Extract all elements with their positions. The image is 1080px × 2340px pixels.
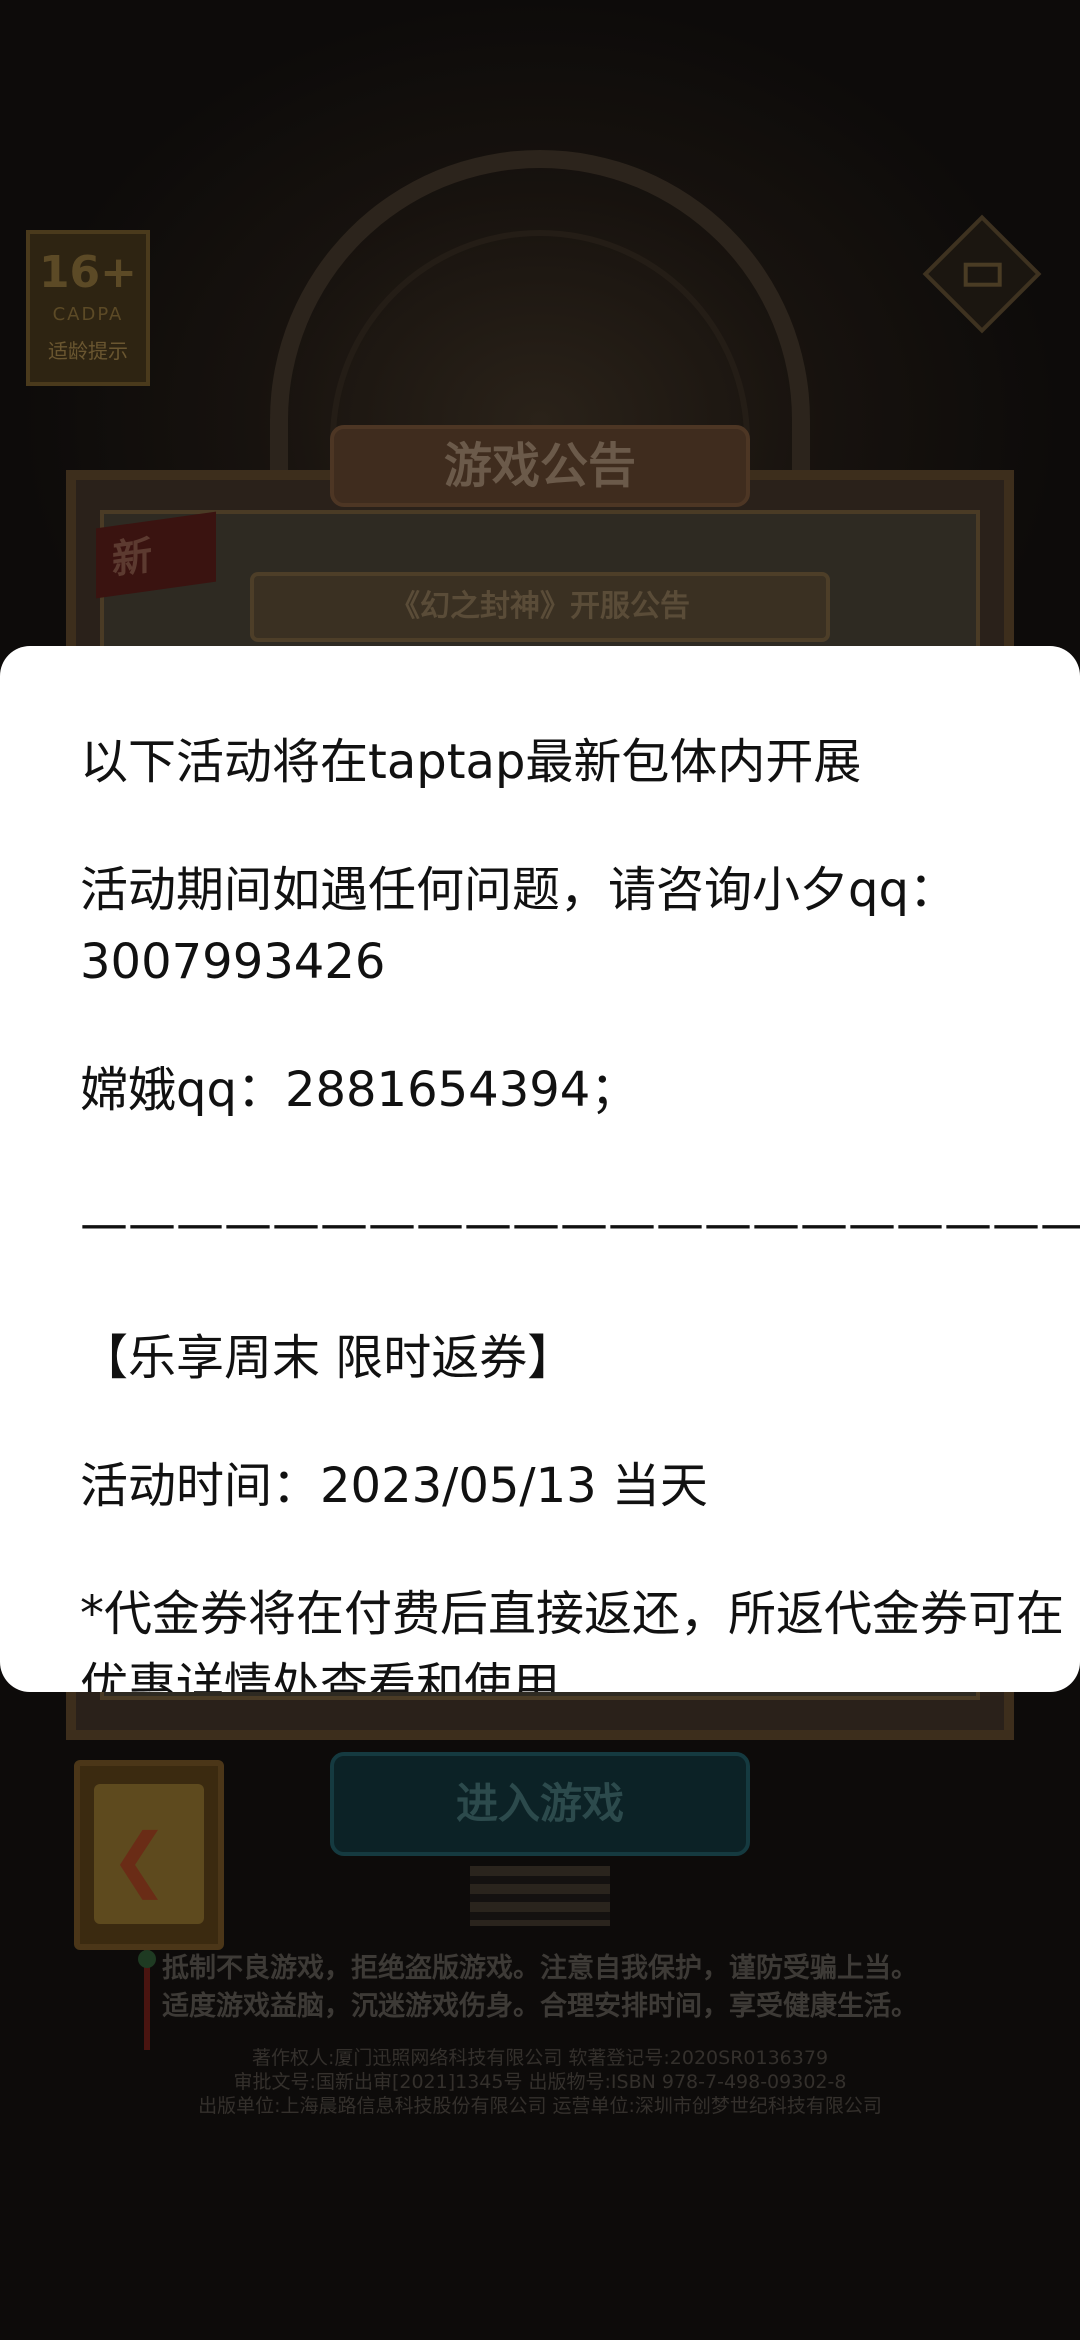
copyright-line: 著作权人:厦门迅照网络科技有限公司 软著登记号:2020SR0136379 xyxy=(251,2047,829,2069)
announcement-line: *代金券将在付费后直接返还，所返代金券可在优惠详情处查看和使用 xyxy=(80,1586,1065,1692)
back-button[interactable]: ❮ xyxy=(74,1760,224,1950)
announcement-line: 嫦娥qq：2881654394； xyxy=(80,1062,639,1118)
announcement-line: 以下活动将在taptap最新包体内开展 xyxy=(80,734,862,790)
announcement-heading: 【乐享周末 限时返券】 xyxy=(80,1330,576,1386)
age-rating-badge[interactable]: 16+ CADPA 适龄提示 xyxy=(26,230,150,386)
enter-game-button[interactable]: 进入游戏 xyxy=(330,1752,750,1856)
announcement-line: 活动期间如遇任何问题，请咨询小夕qq：3007993426 xyxy=(80,862,957,990)
notice-subtitle-tab[interactable]: 《幻之封神》开服公告 xyxy=(250,572,830,642)
age-rating-org: CADPA xyxy=(52,304,124,325)
copyright-line: 审批文号:国新出审[2021]1345号 出版物号:ISBN 978-7-498… xyxy=(233,2071,847,2093)
notice-title: 游戏公告 xyxy=(330,425,750,507)
health-notice-line: 抵制不良游戏，拒绝盗版游戏。注意自我保护，谨防受骗上当。 xyxy=(162,1953,918,1984)
stairs-decoration xyxy=(470,1866,610,1926)
back-arrow-icon: ❮ xyxy=(110,1818,169,1900)
health-notice: 抵制不良游戏，拒绝盗版游戏。注意自我保护，谨防受骗上当。 适度游戏益脑，沉迷游戏… xyxy=(0,1950,1080,2026)
announcement-line: 活动时间：2023/05/13 当天 xyxy=(80,1458,708,1514)
copyright-line: 出版单位:上海晨路信息科技股份有限公司 运营单位:深圳市创梦世纪科技有限公司 xyxy=(198,2095,882,2117)
announcement-dialog[interactable]: 以下活动将在taptap最新包体内开展 活动期间如遇任何问题，请咨询小夕qq：3… xyxy=(0,646,1080,1692)
age-rating-tip: 适龄提示 xyxy=(48,339,128,363)
announcement-divider: —————————————————————— xyxy=(80,1196,1080,1252)
age-rating-number: 16+ xyxy=(38,247,138,298)
copyright-info: 著作权人:厦门迅照网络科技有限公司 软著登记号:2020SR0136379 审批… xyxy=(0,2046,1080,2118)
health-notice-line: 适度游戏益脑，沉迷游戏伤身。合理安排时间，享受健康生活。 xyxy=(162,1991,918,2022)
